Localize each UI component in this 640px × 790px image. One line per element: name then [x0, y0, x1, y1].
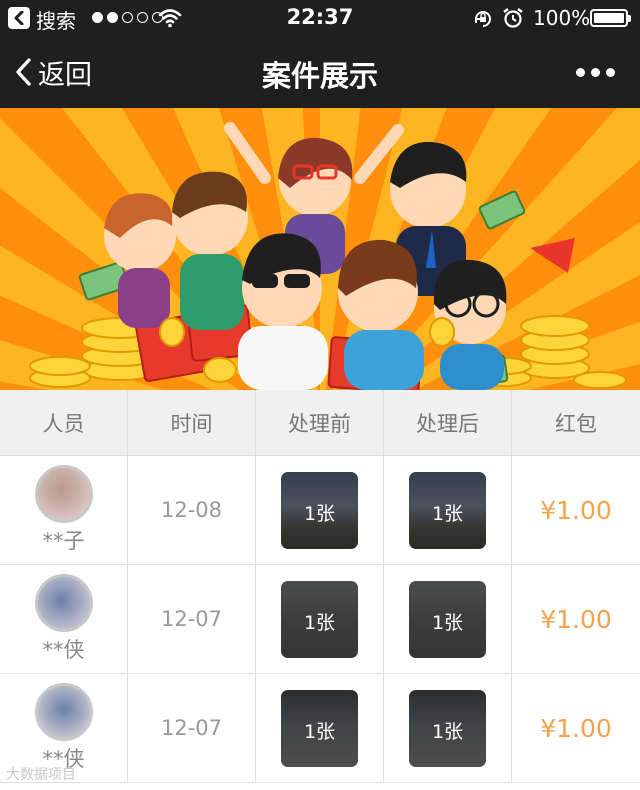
- before-photo-thumbnail[interactable]: 1张: [281, 689, 358, 767]
- date-text: 12-08: [160, 498, 223, 522]
- red-packet-cell: ¥1.00: [512, 674, 640, 782]
- avatar: [34, 683, 93, 741]
- date-text: 12-07: [160, 607, 223, 631]
- photo-count: 1张: [431, 720, 464, 743]
- navigation-bar: 返回 案件展示: [0, 36, 640, 108]
- celebrating-people-illustration: [29, 122, 627, 390]
- after-photo-thumbnail[interactable]: 1张: [409, 580, 486, 658]
- back-button[interactable]: 返回: [14, 52, 92, 92]
- red-packet-amount: ¥1.00: [540, 604, 612, 634]
- avatar: [34, 574, 93, 632]
- before-cell: 1张: [256, 674, 384, 782]
- red-packet-cell: ¥1.00: [512, 565, 640, 673]
- more-options-button[interactable]: [576, 60, 622, 84]
- header-after: 处理后: [384, 390, 512, 455]
- person-cell: **子: [0, 456, 128, 564]
- banner-image: [0, 108, 640, 390]
- battery-icon: [590, 9, 631, 27]
- page-title: 案件展示: [261, 59, 378, 93]
- before-photo-thumbnail[interactable]: 1张: [281, 580, 358, 658]
- after-cell: 1张: [384, 565, 512, 673]
- header-before: 处理前: [256, 390, 384, 455]
- case-table: 人员 时间 处理前 处理后 红包 **子 12-08 1张 1张 ¥1.00 *…: [0, 390, 640, 783]
- header-time: 时间: [128, 390, 256, 455]
- photo-count: 1张: [431, 611, 464, 634]
- person-cell: **侠: [0, 565, 128, 673]
- table-row[interactable]: **侠 12-07 1张 1张 ¥1.00: [0, 565, 640, 674]
- table-header: 人员 时间 处理前 处理后 红包: [0, 390, 640, 456]
- date-cell: 12-07: [128, 674, 256, 782]
- photo-count: 1张: [303, 720, 336, 743]
- before-cell: 1张: [256, 456, 384, 564]
- table-row[interactable]: **侠 12-07 1张 1张 ¥1.00: [0, 674, 640, 783]
- table-row[interactable]: **子 12-08 1张 1张 ¥1.00: [0, 456, 640, 565]
- red-packet-cell: ¥1.00: [512, 456, 640, 564]
- header-person: 人员: [0, 390, 128, 455]
- after-photo-thumbnail[interactable]: 1张: [409, 689, 486, 767]
- date-cell: 12-07: [128, 565, 256, 673]
- red-packet-amount: ¥1.00: [540, 495, 612, 525]
- after-cell: 1张: [384, 456, 512, 564]
- person-name: **子: [42, 529, 85, 553]
- rotation-lock-icon: [475, 11, 491, 27]
- before-cell: 1张: [256, 565, 384, 673]
- chevron-left-icon: [16, 58, 31, 86]
- person-name: **侠: [42, 638, 85, 662]
- red-packet-amount: ¥1.00: [540, 713, 612, 743]
- avatar: [34, 465, 93, 523]
- photo-count: 1张: [303, 502, 336, 525]
- watermark: 大数据项目: [6, 767, 76, 783]
- before-photo-thumbnail[interactable]: 1张: [281, 471, 358, 549]
- alarm-icon: [503, 8, 523, 28]
- after-cell: 1张: [384, 674, 512, 782]
- header-red-packet: 红包: [555, 411, 597, 436]
- date-cell: 12-08: [128, 456, 256, 564]
- after-photo-thumbnail[interactable]: 1张: [409, 471, 486, 549]
- date-text: 12-07: [160, 716, 223, 740]
- photo-count: 1张: [303, 611, 336, 634]
- photo-count: 1张: [431, 502, 464, 525]
- battery-percentage: 100%: [533, 6, 591, 30]
- status-bar: 搜索 22:37 100%: [0, 0, 640, 36]
- back-label: 返回: [38, 59, 92, 91]
